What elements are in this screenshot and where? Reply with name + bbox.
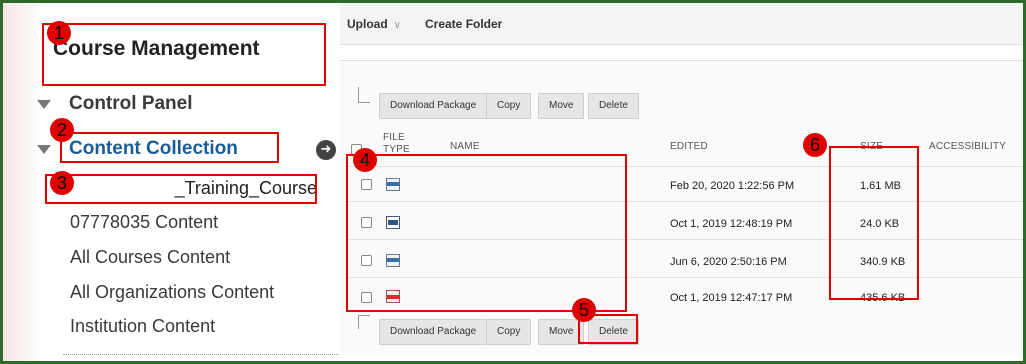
sidebar-item-all-courses-content[interactable]: All Courses Content	[70, 247, 230, 268]
control-panel-label[interactable]: Control Panel	[69, 93, 193, 115]
sidebar-item-training-course[interactable]: _Training_Course	[63, 178, 317, 199]
delete-button-top[interactable]: Delete	[588, 93, 639, 119]
row-checkbox[interactable]	[361, 292, 372, 303]
row-checkbox[interactable]	[361, 217, 372, 228]
edited-date: Jun 6, 2020 2:50:16 PM	[670, 256, 787, 268]
file-size: 1.61 MB	[860, 180, 901, 192]
image-file-icon[interactable]	[386, 216, 400, 229]
action-bracket-icon	[358, 87, 370, 103]
annotation-badge-4: 4	[353, 148, 377, 172]
document-icon[interactable]	[386, 178, 400, 191]
file-list-panel: Download Package Copy Move Delete FILE T…	[340, 60, 1023, 355]
edited-date: Oct 1, 2019 12:48:19 PM	[670, 218, 793, 230]
copy-button-top[interactable]: Copy	[486, 93, 532, 119]
chevron-down-icon[interactable]: ∨	[394, 20, 401, 31]
annotation-badge-3: 3	[50, 171, 74, 195]
row-divider	[348, 201, 1023, 202]
content-area: Upload ∨ Create Folder Download Package C…	[340, 3, 1023, 361]
document-icon[interactable]	[386, 254, 400, 267]
edited-column-header[interactable]: EDITED	[670, 141, 708, 153]
top-toolbar: Upload ∨ Create Folder	[340, 3, 1023, 45]
upload-label[interactable]: Upload	[347, 17, 388, 31]
annotation-badge-1: 1	[47, 21, 71, 45]
annotation-badge-5: 5	[572, 298, 596, 322]
file-size: 24.0 KB	[860, 218, 900, 230]
move-button-bottom[interactable]: Move	[538, 319, 585, 345]
row-divider	[348, 166, 1023, 167]
create-folder-button[interactable]: Create Folder	[425, 17, 502, 31]
row-divider	[348, 239, 1023, 240]
arrow-right-circle-icon[interactable]: ➜	[316, 140, 336, 160]
row-divider	[348, 277, 1023, 278]
download-package-button-top[interactable]: Download Package	[379, 93, 488, 119]
sidebar-item-07778035-content[interactable]: 07778035 Content	[70, 212, 218, 233]
sidebar-title: Course Management	[53, 37, 260, 60]
accessibility-column-header[interactable]: ACCESSIBILITY	[929, 141, 1006, 153]
download-package-button-bottom[interactable]: Download Package	[379, 319, 488, 345]
control-panel-row[interactable]: Control Panel	[3, 89, 193, 119]
sidebar-item-all-organizations-content[interactable]: All Organizations Content	[70, 282, 274, 303]
action-bracket-icon	[358, 315, 370, 329]
caret-down-icon[interactable]	[37, 144, 51, 154]
upload-menu[interactable]: Upload ∨	[347, 17, 401, 31]
delete-button-bottom[interactable]: Delete	[588, 319, 639, 345]
annotation-badge-6: 6	[803, 133, 827, 157]
file-size: 340.9 KB	[860, 256, 906, 268]
move-button-top[interactable]: Move	[538, 93, 585, 119]
copy-button-bottom[interactable]: Copy	[486, 319, 532, 345]
edited-date: Oct 1, 2019 12:47:17 PM	[670, 292, 793, 304]
content-collection-label[interactable]: Content Collection	[69, 138, 238, 160]
file-type-column-header[interactable]: FILE TYPE	[383, 132, 413, 156]
pdf-icon[interactable]	[386, 290, 400, 303]
sidebar-item-institution-content[interactable]: Institution Content	[70, 316, 215, 337]
edited-date: Feb 20, 2020 1:22:56 PM	[670, 180, 795, 192]
content-collection-row[interactable]: Content Collection	[3, 134, 238, 164]
caret-down-icon[interactable]	[37, 99, 51, 109]
size-column-header[interactable]: SIZE	[860, 141, 883, 153]
row-checkbox[interactable]	[361, 255, 372, 266]
row-checkbox[interactable]	[361, 179, 372, 190]
name-column-header[interactable]: NAME	[450, 141, 480, 153]
file-size: 435.6 KB	[860, 292, 906, 304]
sidebar-divider	[63, 354, 339, 355]
annotation-badge-2: 2	[50, 118, 74, 142]
